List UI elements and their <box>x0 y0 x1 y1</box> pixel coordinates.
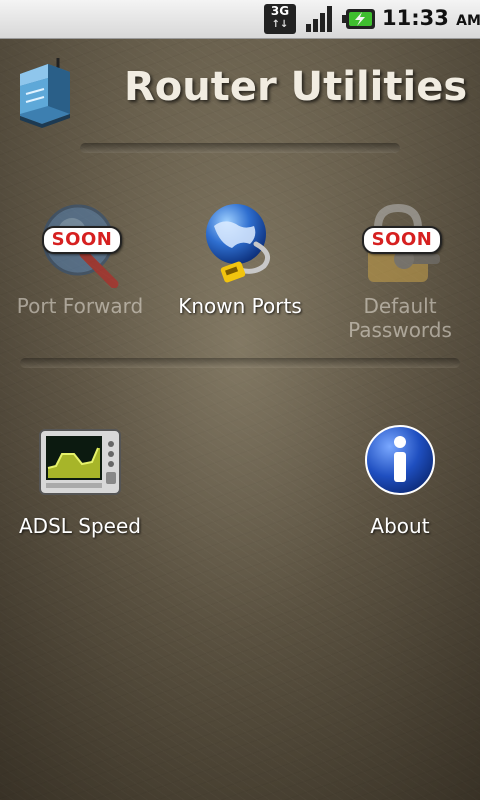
clock-ampm: AM <box>456 13 480 29</box>
speed-monitor-icon <box>39 429 121 495</box>
info-icon <box>365 425 435 495</box>
globe-network-cable-icon <box>206 204 271 283</box>
port-forward-label: Port Forward <box>16 294 144 318</box>
clock: 11:33 AM <box>382 6 480 30</box>
known-ports-label: Known Ports <box>178 294 302 318</box>
port-forward-button[interactable]: SOON Port Forward <box>0 200 160 318</box>
network-type-label: 3G <box>270 4 290 18</box>
known-ports-icon-wrap <box>196 200 284 288</box>
header-divider <box>80 143 400 153</box>
signal-strength-icon <box>306 6 332 32</box>
network-3g-icon: 3G ↑↓ <box>264 4 296 34</box>
status-bar: 3G ↑↓ 11:33 AM <box>0 0 480 39</box>
router-icon <box>20 58 70 128</box>
app-title: Router Utilities <box>124 64 468 110</box>
default-passwords-label: Default Passwords <box>348 294 452 342</box>
section-divider <box>20 358 460 368</box>
soon-badge: SOON <box>362 226 442 254</box>
about-button[interactable]: About <box>320 420 480 538</box>
data-arrows-icon: ↑↓ <box>271 19 289 30</box>
known-ports-button[interactable]: Known Ports <box>160 200 320 318</box>
about-label: About <box>370 514 430 538</box>
battery-charging-icon <box>342 9 375 29</box>
adsl-speed-icon-wrap <box>36 420 124 508</box>
default-passwords-icon-wrap: SOON <box>356 200 444 288</box>
adsl-speed-button[interactable]: ADSL Speed <box>0 420 160 538</box>
default-passwords-button[interactable]: SOON Default Passwords <box>320 200 480 342</box>
clock-time: 11:33 <box>382 6 449 30</box>
soon-badge: SOON <box>42 226 122 254</box>
about-icon-wrap <box>356 420 444 508</box>
port-forward-icon-wrap: SOON <box>36 200 124 289</box>
adsl-speed-label: ADSL Speed <box>19 514 141 538</box>
